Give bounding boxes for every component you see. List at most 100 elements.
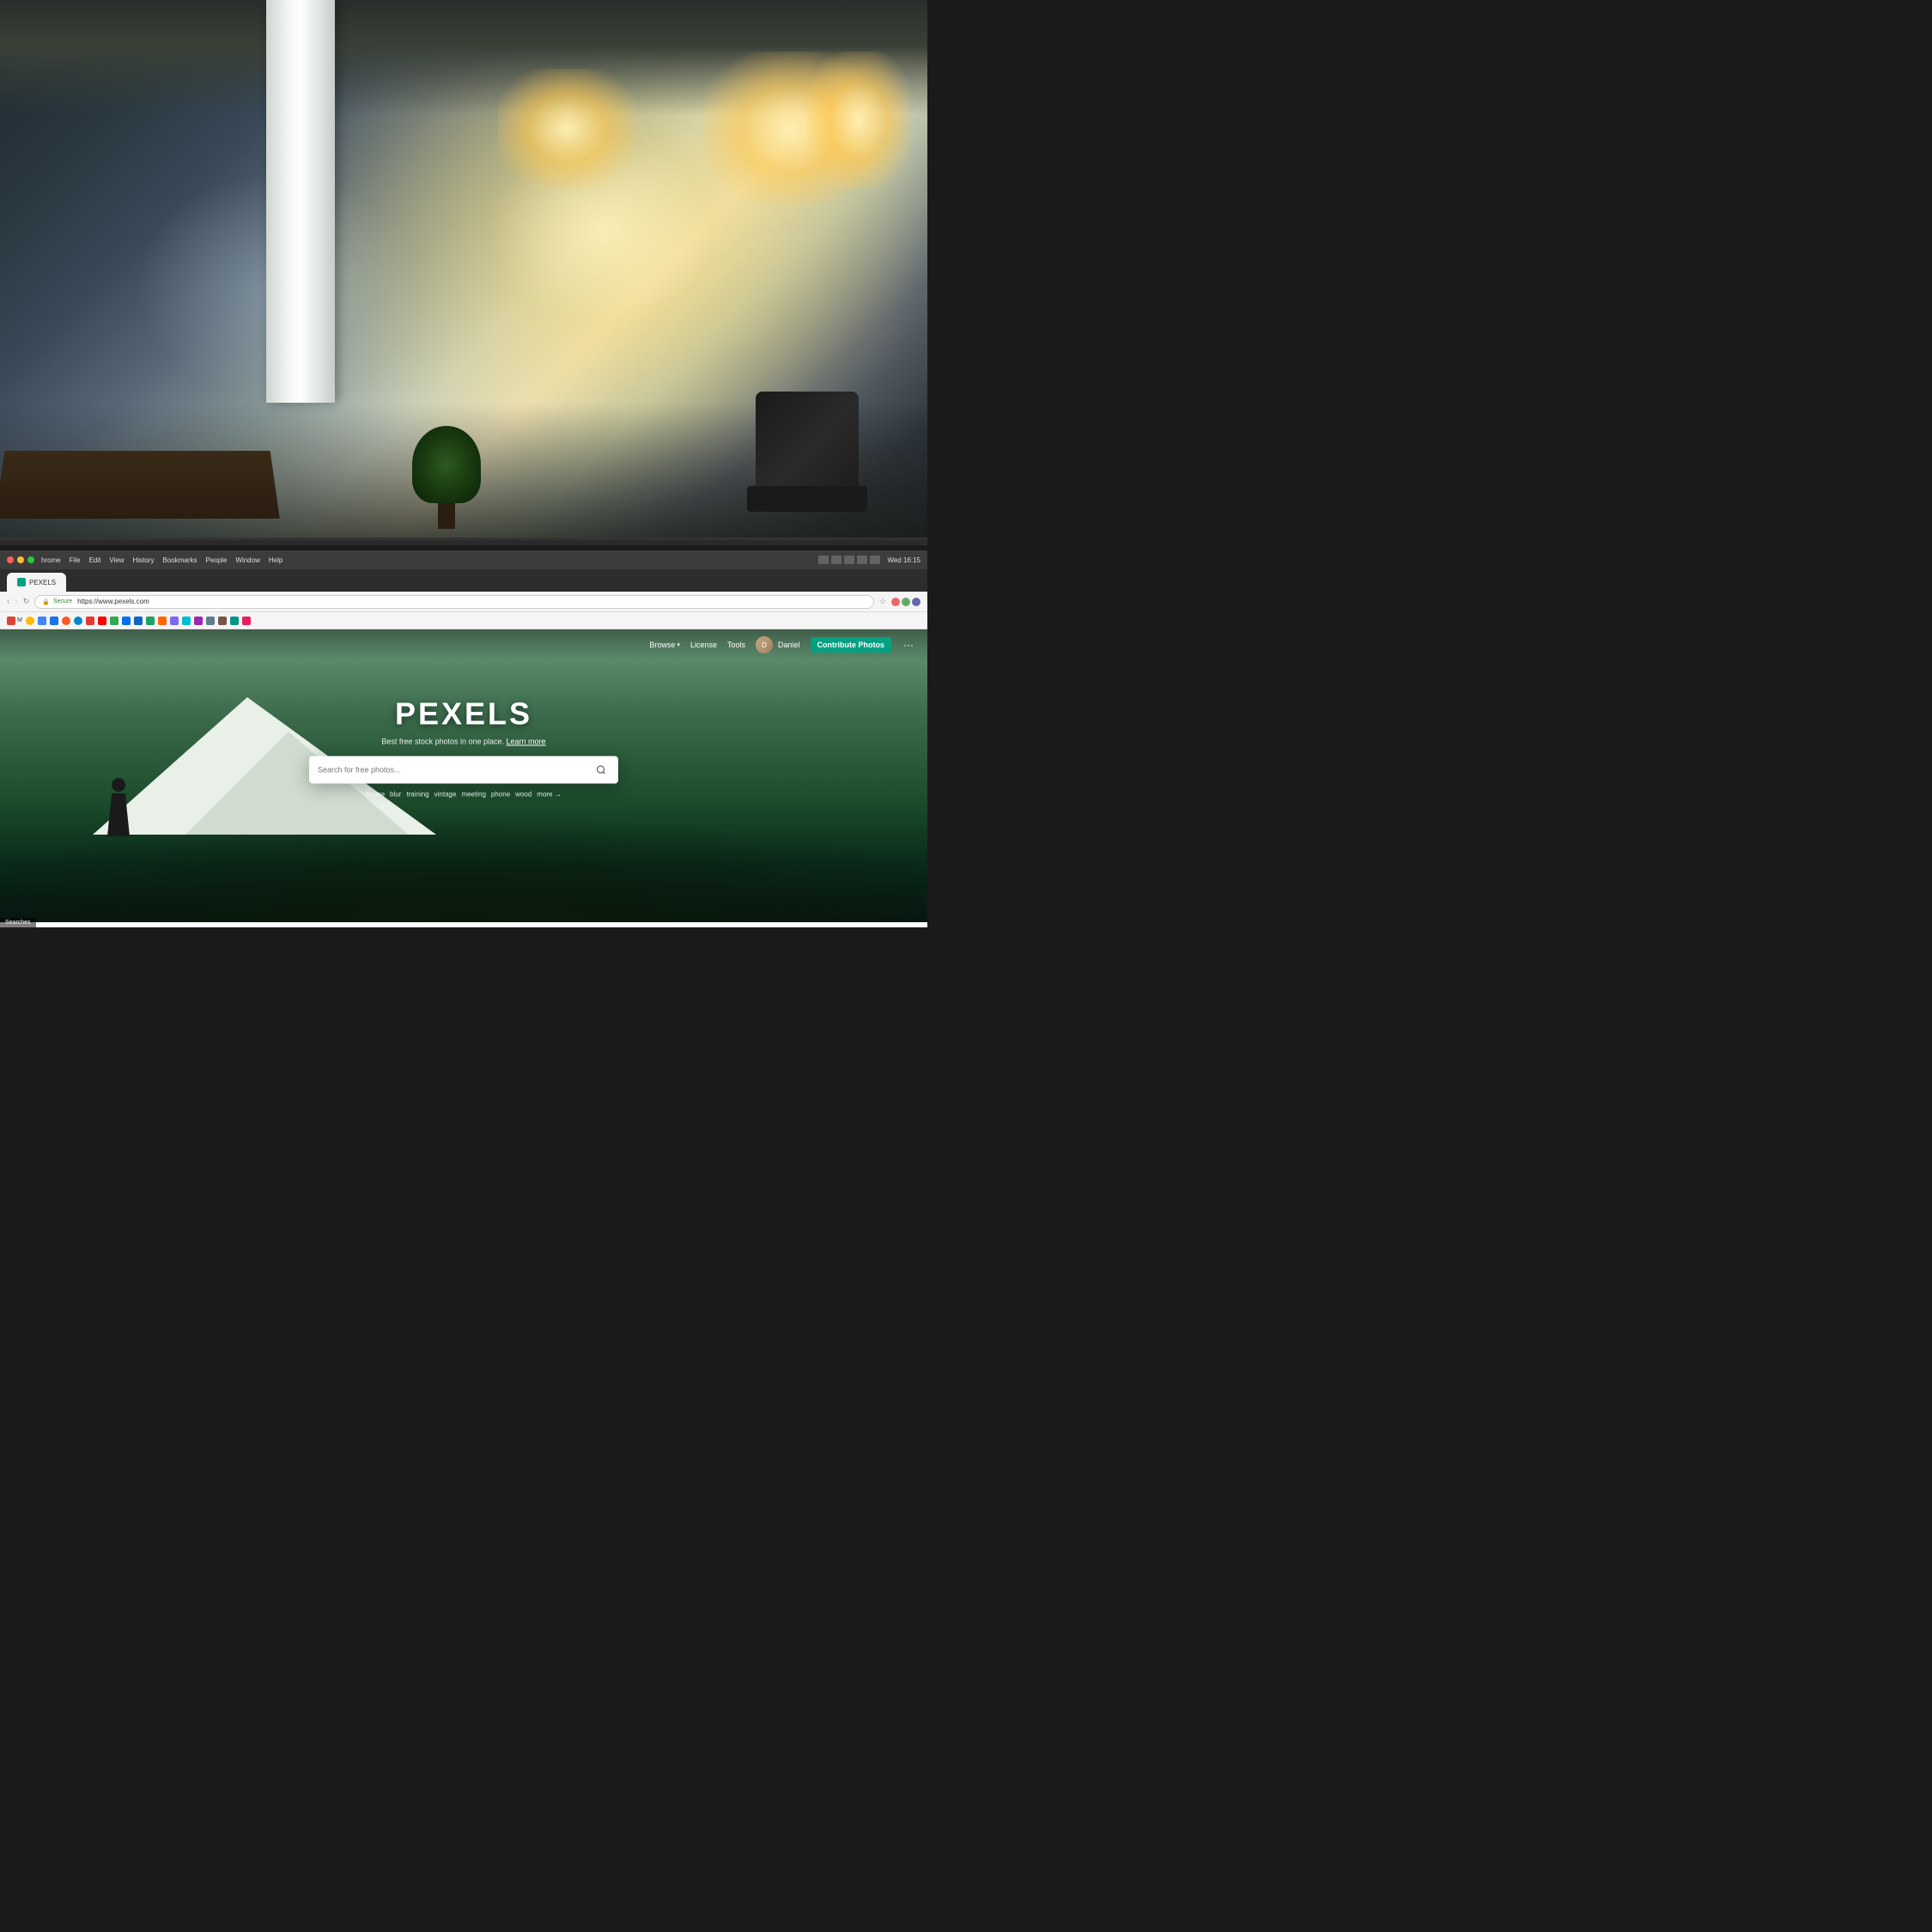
menu-bookmarks[interactable]: Bookmarks bbox=[162, 556, 197, 564]
learn-more-link[interactable]: Learn more bbox=[507, 737, 546, 745]
bookmark-item-16[interactable] bbox=[206, 617, 215, 625]
bm-icon-12 bbox=[158, 617, 167, 625]
forward-button[interactable]: › bbox=[15, 597, 17, 606]
bookmark-item-6[interactable] bbox=[86, 617, 94, 625]
search-button[interactable] bbox=[592, 761, 610, 778]
toolbar-icon-4 bbox=[857, 556, 867, 564]
bm-icon-9 bbox=[122, 617, 131, 625]
tag-training[interactable]: training bbox=[406, 790, 428, 798]
toolbar-icons bbox=[818, 556, 880, 564]
contribute-photos-button[interactable]: Contribute Photos bbox=[811, 637, 892, 653]
pexels-hero: Browse ▾ License Tools D Daniel Contribu… bbox=[0, 629, 927, 922]
status-bar: Searches bbox=[0, 918, 36, 927]
bookmarks-bar[interactable]: M bbox=[0, 612, 927, 629]
bookmark-item-12[interactable] bbox=[158, 617, 167, 625]
browse-dropdown-arrow: ▾ bbox=[677, 641, 680, 648]
tab-bar[interactable]: PEXELS bbox=[0, 569, 927, 592]
menu-people[interactable]: People bbox=[205, 556, 227, 564]
menu-window[interactable]: Window bbox=[235, 556, 259, 564]
pexels-navbar[interactable]: Browse ▾ License Tools D Daniel Contribu… bbox=[0, 629, 927, 660]
bookmark-item-11[interactable] bbox=[146, 617, 155, 625]
bm-icon-7 bbox=[98, 617, 106, 625]
bookmark-gcal[interactable] bbox=[38, 617, 46, 625]
browser-menu-bar[interactable]: hrome File Edit View History Bookmarks P… bbox=[0, 550, 927, 569]
tag-house[interactable]: house bbox=[366, 790, 385, 798]
address-bar[interactable]: 🔒 Secure https://www.pexels.com bbox=[34, 595, 874, 609]
ext-icon-1 bbox=[891, 598, 900, 606]
bookmark-star-icon[interactable]: ☆ bbox=[879, 597, 886, 606]
bm-icon-3 bbox=[50, 617, 58, 625]
browse-nav-link[interactable]: Browse ▾ bbox=[649, 641, 680, 649]
browse-label: Browse bbox=[649, 641, 675, 649]
license-nav-link[interactable]: License bbox=[690, 641, 717, 649]
reload-button[interactable]: ↻ bbox=[23, 597, 30, 606]
status-text: Searches bbox=[5, 920, 31, 926]
bookmark-item-9[interactable] bbox=[122, 617, 131, 625]
menu-help[interactable]: Help bbox=[269, 556, 283, 564]
user-avatar[interactable]: D bbox=[756, 636, 773, 653]
menu-file[interactable]: File bbox=[70, 556, 81, 564]
bookmark-item-3[interactable] bbox=[50, 617, 58, 625]
toolbar-icon-1 bbox=[818, 556, 829, 564]
bookmark-item-5[interactable] bbox=[74, 617, 82, 625]
minimize-button[interactable] bbox=[17, 556, 24, 563]
back-button[interactable]: ‹ bbox=[7, 597, 9, 606]
user-name[interactable]: Daniel bbox=[778, 641, 800, 649]
toolbar-icon-2 bbox=[831, 556, 841, 564]
maximize-button[interactable] bbox=[27, 556, 34, 563]
toolbar-icon-3 bbox=[844, 556, 854, 564]
active-tab[interactable]: PEXELS bbox=[7, 573, 66, 592]
bm-icon-16 bbox=[206, 617, 215, 625]
nav-more-button[interactable]: ··· bbox=[903, 639, 914, 651]
gdrive-icon bbox=[26, 617, 34, 625]
tag-meeting[interactable]: meeting bbox=[461, 790, 485, 798]
bm-icon-18 bbox=[230, 617, 239, 625]
pexels-site-title: PEXELS bbox=[17, 696, 910, 732]
extension-icons bbox=[891, 598, 920, 606]
close-button[interactable] bbox=[7, 556, 14, 563]
search-tags[interactable]: house blur training vintage meeting phon… bbox=[17, 790, 910, 798]
pexels-website: Browse ▾ License Tools D Daniel Contribu… bbox=[0, 629, 927, 922]
bookmark-item-7[interactable] bbox=[98, 617, 106, 625]
bookmark-item-4[interactable] bbox=[62, 617, 70, 625]
background-scene bbox=[0, 0, 927, 575]
tag-vintage[interactable]: vintage bbox=[434, 790, 457, 798]
bookmark-gdrive[interactable] bbox=[26, 617, 34, 625]
menu-items[interactable]: hrome File Edit View History Bookmarks P… bbox=[41, 556, 283, 564]
menu-edit[interactable]: Edit bbox=[89, 556, 101, 564]
nav-links[interactable]: Browse ▾ License Tools D Daniel Contribu… bbox=[649, 636, 914, 653]
bm-icon-11 bbox=[146, 617, 155, 625]
gmail-icon bbox=[7, 617, 15, 625]
bm-icon-8 bbox=[110, 617, 118, 625]
address-bar-row[interactable]: ‹ › ↻ 🔒 Secure https://www.pexels.com ☆ bbox=[0, 592, 927, 612]
tools-nav-link[interactable]: Tools bbox=[727, 641, 745, 649]
bookmark-gmail[interactable]: M bbox=[7, 617, 22, 625]
search-bar[interactable] bbox=[309, 756, 618, 783]
user-nav-area[interactable]: D Daniel bbox=[756, 636, 800, 653]
tag-wood[interactable]: wood bbox=[515, 790, 532, 798]
hero-subtitle: Best free stock photos in one place. Lea… bbox=[17, 737, 910, 745]
secure-label: Secure bbox=[53, 598, 72, 605]
window-controls[interactable] bbox=[7, 556, 34, 563]
bm-icon-4 bbox=[62, 617, 70, 625]
bookmark-item-18[interactable] bbox=[230, 617, 239, 625]
hero-content: PEXELS Best free stock photos in one pla… bbox=[0, 696, 927, 798]
system-time: Wed 16:15 bbox=[887, 556, 920, 564]
menu-history[interactable]: History bbox=[133, 556, 155, 564]
bookmark-item-10[interactable] bbox=[134, 617, 143, 625]
menu-view[interactable]: View bbox=[109, 556, 124, 564]
bookmark-item-17[interactable] bbox=[218, 617, 227, 625]
tag-blur[interactable]: blur bbox=[390, 790, 401, 798]
tag-phone[interactable]: phone bbox=[491, 790, 510, 798]
bm-icon-6 bbox=[86, 617, 94, 625]
search-input[interactable] bbox=[318, 765, 592, 774]
bookmark-item-19[interactable] bbox=[242, 617, 251, 625]
tag-more[interactable]: more → bbox=[537, 790, 561, 798]
url-display: https://www.pexels.com bbox=[77, 598, 149, 605]
bookmark-item-15[interactable] bbox=[194, 617, 203, 625]
bookmark-item-14[interactable] bbox=[182, 617, 191, 625]
bookmark-item-8[interactable] bbox=[110, 617, 118, 625]
menu-chrome[interactable]: hrome bbox=[41, 556, 61, 564]
bookmark-item-13[interactable] bbox=[170, 617, 179, 625]
ext-icon-3 bbox=[912, 598, 920, 606]
